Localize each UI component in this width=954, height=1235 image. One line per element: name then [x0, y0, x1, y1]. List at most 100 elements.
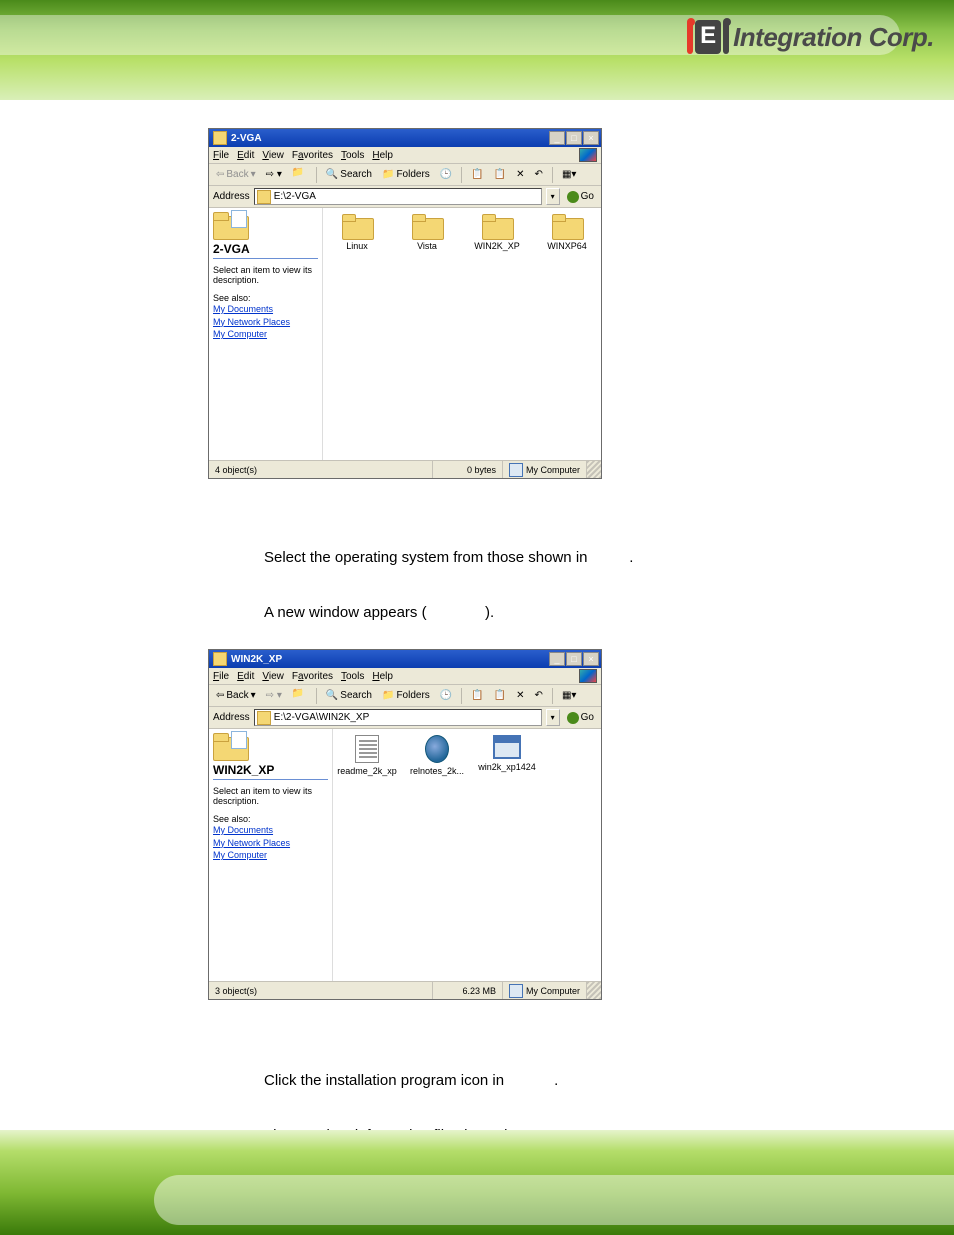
menu-edit[interactable]: Edit [237, 150, 254, 161]
file-installer[interactable]: win2k_xp1424 [481, 735, 533, 772]
address-dropdown[interactable]: ▾ [546, 188, 560, 205]
folders-button[interactable]: 📁 Folders [379, 689, 433, 702]
file-readme[interactable]: readme_2k_xp [341, 735, 393, 776]
menu-bar: File Edit View Favorites Tools Help [209, 668, 601, 685]
search-button[interactable]: 🔍 Search [323, 168, 375, 181]
close-button[interactable]: × [583, 652, 599, 666]
file-pane[interactable]: readme_2k_xp relnotes_2k... win2k_xp1424 [333, 729, 601, 981]
folder-icon [552, 214, 582, 238]
windows-flag-icon [579, 148, 597, 162]
side-panel-title: WIN2K_XP [213, 763, 328, 777]
up-button[interactable]: 📁 [289, 166, 310, 183]
toolbar: ⇦ Back ▾ ⇨ ▾ 📁 🔍 Search 📁 Folders 🕒 📋 📋 … [209, 164, 601, 186]
folder-winxp64[interactable]: WINXP64 [541, 214, 593, 251]
forward-button[interactable]: ⇨ ▾ [263, 168, 285, 181]
close-button[interactable]: × [583, 131, 599, 145]
footer-banner [0, 1130, 954, 1235]
forward-button[interactable]: ⇨ ▾ [263, 689, 285, 702]
menu-file[interactable]: FFileile [213, 150, 229, 161]
back-button[interactable]: ⇦ Back ▾ [213, 168, 259, 181]
address-bar: Address E:\2-VGA ▾ Go [209, 186, 601, 208]
file-pane[interactable]: Linux Vista WIN2K_XP WINXP64 [323, 208, 601, 460]
explorer-window-1: 2-VGA _ □ × FFileile Edit View Favorites… [208, 128, 602, 479]
exe-file-icon [493, 735, 521, 759]
step-text: Click the installation program icon in . [264, 1072, 558, 1089]
status-count: 3 object(s) [209, 982, 433, 999]
move-to-button[interactable]: 📋 [468, 168, 486, 181]
step-text: A new window appears ( ). [264, 604, 494, 621]
go-button[interactable]: Go [564, 191, 597, 203]
status-location: My Computer [503, 982, 587, 999]
minimize-button[interactable]: _ [549, 652, 565, 666]
see-also-label: See also: [213, 814, 328, 824]
address-dropdown[interactable]: ▾ [546, 709, 560, 726]
folder-linux[interactable]: Linux [331, 214, 383, 251]
undo-button[interactable]: ↶ [532, 689, 546, 702]
search-button[interactable]: 🔍 Search [323, 689, 375, 702]
menu-favorites[interactable]: Favorites [292, 150, 333, 161]
windows-flag-icon [579, 669, 597, 683]
address-label: Address [213, 712, 250, 723]
minimize-button[interactable]: _ [549, 131, 565, 145]
explorer-window-2: WIN2K_XP _ □ × File Edit View Favorites … [208, 649, 602, 1000]
back-button[interactable]: ⇦ Back ▾ [213, 689, 259, 702]
address-input[interactable]: E:\2-VGA\WIN2K_XP [254, 709, 542, 726]
menu-help[interactable]: Help [372, 671, 393, 682]
folder-win2k-xp[interactable]: WIN2K_XP [471, 214, 523, 251]
menu-view[interactable]: View [262, 150, 284, 161]
maximize-button[interactable]: □ [566, 652, 582, 666]
side-panel-desc: Select an item to view its description. [213, 265, 318, 285]
resize-grip[interactable] [587, 461, 601, 478]
folder-open-icon [213, 212, 247, 238]
link-my-network-places[interactable]: My Network Places [213, 837, 328, 850]
link-my-computer[interactable]: My Computer [213, 328, 318, 341]
maximize-button[interactable]: □ [566, 131, 582, 145]
html-file-icon [425, 735, 449, 763]
delete-button[interactable]: ✕ [513, 168, 527, 181]
undo-button[interactable]: ↶ [532, 168, 546, 181]
history-button[interactable]: 🕒 [437, 689, 455, 702]
see-also-label: See also: [213, 293, 318, 303]
go-button[interactable]: Go [564, 712, 597, 724]
menu-view[interactable]: View [262, 671, 284, 682]
status-bar: 3 object(s) 6.23 MB My Computer [209, 981, 601, 999]
side-panel-desc: Select an item to view its description. [213, 786, 328, 806]
status-size: 0 bytes [433, 461, 503, 478]
menu-tools[interactable]: Tools [341, 671, 364, 682]
window-title: WIN2K_XP [213, 652, 282, 666]
brand-logo: Integration Corp. [687, 20, 934, 54]
delete-button[interactable]: ✕ [513, 689, 527, 702]
status-bar: 4 object(s) 0 bytes My Computer [209, 460, 601, 478]
folder-icon [342, 214, 372, 238]
link-my-documents[interactable]: My Documents [213, 303, 318, 316]
link-my-network-places[interactable]: My Network Places [213, 316, 318, 329]
titlebar[interactable]: 2-VGA _ □ × [209, 129, 601, 147]
status-size: 6.23 MB [433, 982, 503, 999]
menu-favorites[interactable]: Favorites [292, 671, 333, 682]
up-button[interactable]: 📁 [289, 687, 310, 704]
address-input[interactable]: E:\2-VGA [254, 188, 542, 205]
link-my-computer[interactable]: My Computer [213, 849, 328, 862]
status-count: 4 object(s) [209, 461, 433, 478]
menu-help[interactable]: Help [372, 150, 393, 161]
menu-bar: FFileile Edit View Favorites Tools Help [209, 147, 601, 164]
link-my-documents[interactable]: My Documents [213, 824, 328, 837]
menu-edit[interactable]: Edit [237, 671, 254, 682]
move-to-button[interactable]: 📋 [468, 689, 486, 702]
file-relnotes[interactable]: relnotes_2k... [411, 735, 463, 776]
titlebar[interactable]: WIN2K_XP _ □ × [209, 650, 601, 668]
views-button[interactable]: ▦▾ [559, 168, 579, 181]
window-title: 2-VGA [213, 131, 262, 145]
folders-button[interactable]: 📁 Folders [379, 168, 433, 181]
resize-grip[interactable] [587, 982, 601, 999]
side-panel: 2-VGA Select an item to view its descrip… [209, 208, 323, 460]
address-bar: Address E:\2-VGA\WIN2K_XP ▾ Go [209, 707, 601, 729]
views-button[interactable]: ▦▾ [559, 689, 579, 702]
copy-to-button[interactable]: 📋 [491, 168, 509, 181]
menu-tools[interactable]: Tools [341, 150, 364, 161]
history-button[interactable]: 🕒 [437, 168, 455, 181]
status-location: My Computer [503, 461, 587, 478]
copy-to-button[interactable]: 📋 [491, 689, 509, 702]
folder-vista[interactable]: Vista [401, 214, 453, 251]
menu-file[interactable]: File [213, 671, 229, 682]
